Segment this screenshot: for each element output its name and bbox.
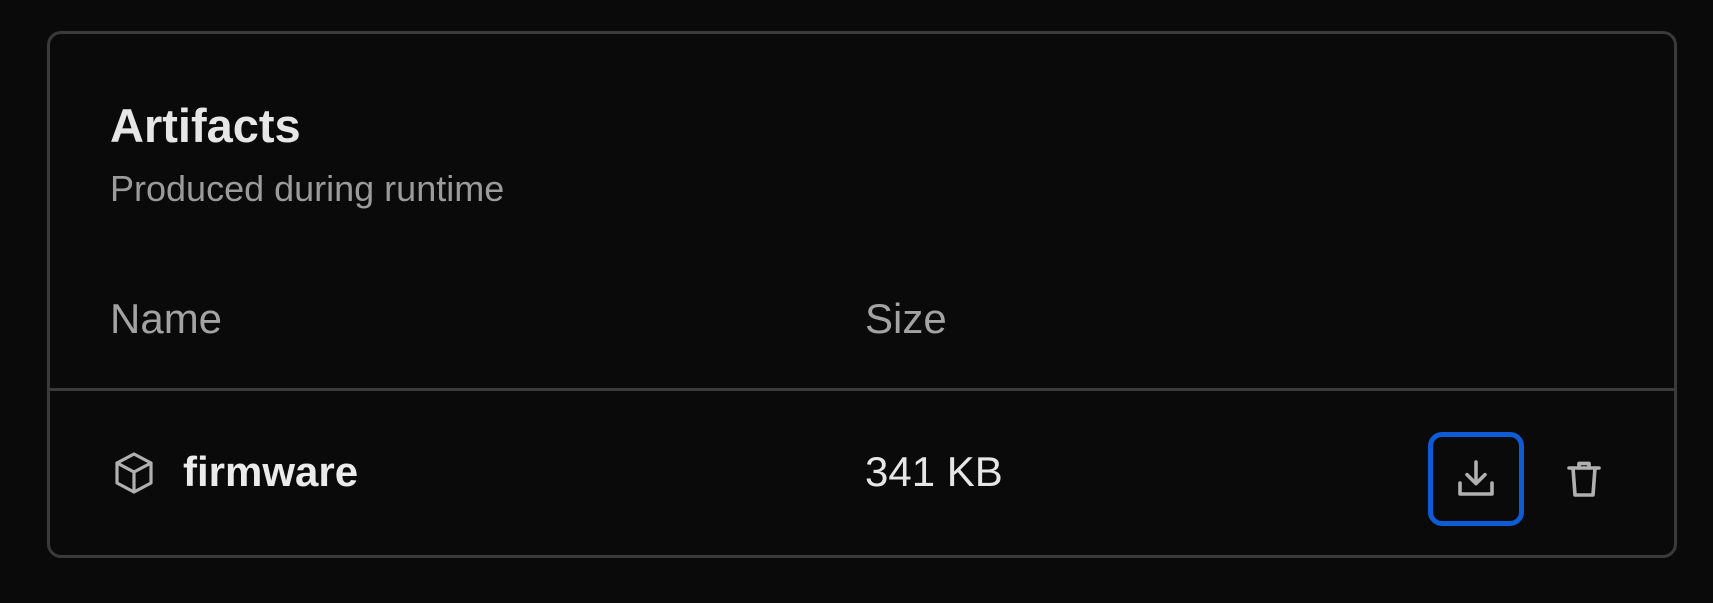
table-row: firmware 341 KB (50, 391, 1674, 555)
artifact-size: 341 KB (865, 448, 1003, 495)
trash-icon (1560, 455, 1608, 503)
card-subtitle: Produced during runtime (110, 168, 505, 209)
card-title: Artifacts (110, 99, 301, 152)
artifact-name: firmware (183, 448, 359, 495)
download-button[interactable] (1428, 432, 1524, 526)
download-icon (1452, 455, 1500, 503)
artifacts-card: Artifacts Produced during runtime Name S… (47, 31, 1677, 558)
package-icon (110, 449, 158, 497)
column-header-name: Name (110, 295, 223, 342)
card-header: Artifacts Produced during runtime (110, 102, 504, 207)
column-header-size: Size (865, 295, 947, 342)
delete-button[interactable] (1536, 432, 1632, 526)
